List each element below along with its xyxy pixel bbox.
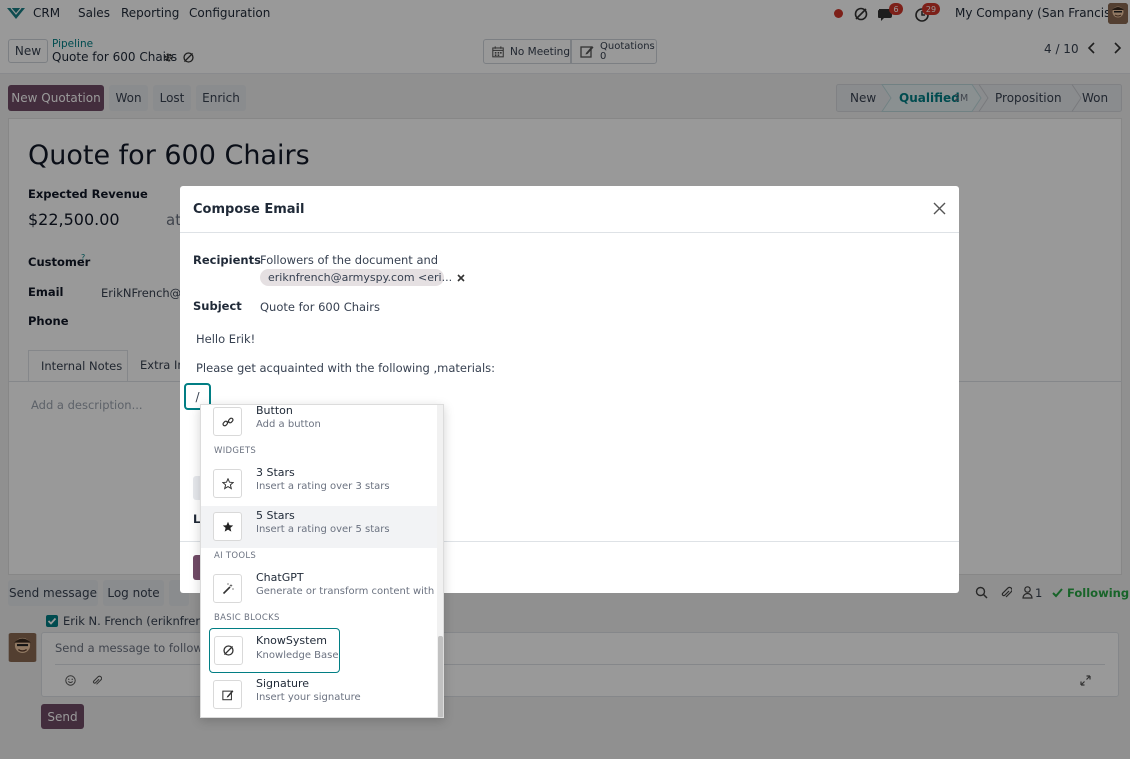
powerbox-item-desc: Knowledge Base bbox=[256, 650, 339, 661]
recipients-text: Followers of the document and bbox=[260, 253, 439, 267]
powerbox-item-button[interactable]: Button Add a button bbox=[201, 404, 437, 443]
subject-input[interactable]: Quote for 600 Chairs bbox=[260, 300, 380, 314]
powerbox-item-title: 3 Stars bbox=[256, 466, 295, 479]
powerbox-item-3-stars[interactable]: 3 Stars Insert a rating over 3 stars bbox=[201, 463, 437, 505]
powerbox-item-desc: Insert your signature bbox=[256, 692, 361, 703]
recipients-label: Recipients bbox=[193, 253, 261, 267]
body-line-materials[interactable]: Please get acquainted with the following… bbox=[196, 361, 495, 375]
slash-command-menu: Button Add a button WIDGETS 3 Stars Inse… bbox=[200, 404, 444, 718]
dialog-header-divider bbox=[180, 232, 959, 233]
powerbox-item-title: Button bbox=[256, 404, 293, 417]
powerbox-item-title: Signature bbox=[256, 677, 310, 690]
star-filled-icon bbox=[213, 512, 242, 541]
powerbox-item-title: ChatGPT bbox=[256, 571, 304, 584]
powerbox-category-ai-tools: AI TOOLS bbox=[214, 551, 257, 561]
powerbox-item-title: 5 Stars bbox=[256, 509, 295, 522]
powerbox-item-desc: Generate or transform content with AI. bbox=[256, 586, 444, 597]
powerbox-item-desc: Insert a rating over 5 stars bbox=[256, 524, 390, 535]
powerbox-category-widgets: WIDGETS bbox=[214, 446, 257, 456]
powerbox-item-title: KnowSystem bbox=[256, 634, 327, 647]
recipient-tag[interactable]: eriknfrench@armyspy.com <eri... bbox=[260, 269, 465, 286]
signature-icon bbox=[213, 680, 242, 709]
powerbox-item-knowsystem[interactable]: KnowSystem Knowledge Base bbox=[209, 628, 340, 673]
powerbox-item-desc: Insert a rating over 3 stars bbox=[256, 481, 390, 492]
remove-tag-icon[interactable] bbox=[457, 273, 465, 282]
dialog-title: Compose Email bbox=[193, 202, 305, 217]
powerbox-item-chatgpt[interactable]: ChatGPT Generate or transform content wi… bbox=[201, 568, 443, 610]
powerbox-category-basic-blocks: BASIC BLOCKS bbox=[214, 613, 280, 623]
magic-wand-icon bbox=[213, 574, 242, 603]
star-outline-icon bbox=[213, 469, 242, 498]
powerbox-item-5-stars[interactable]: 5 Stars Insert a rating over 5 stars bbox=[201, 506, 437, 548]
powerbox-item-signature[interactable]: Signature Insert your signature bbox=[201, 674, 437, 716]
knowsystem-icon bbox=[214, 636, 243, 665]
powerbox-item-desc: Add a button bbox=[256, 419, 321, 430]
subject-label: Subject bbox=[193, 299, 242, 313]
link-icon bbox=[213, 407, 242, 436]
powerbox-scrollbar-thumb[interactable] bbox=[438, 636, 443, 717]
recipient-tag-label: eriknfrench@armyspy.com <eri... bbox=[268, 271, 453, 284]
body-line-greeting[interactable]: Hello Erik! bbox=[196, 332, 255, 346]
close-icon[interactable] bbox=[933, 202, 946, 215]
